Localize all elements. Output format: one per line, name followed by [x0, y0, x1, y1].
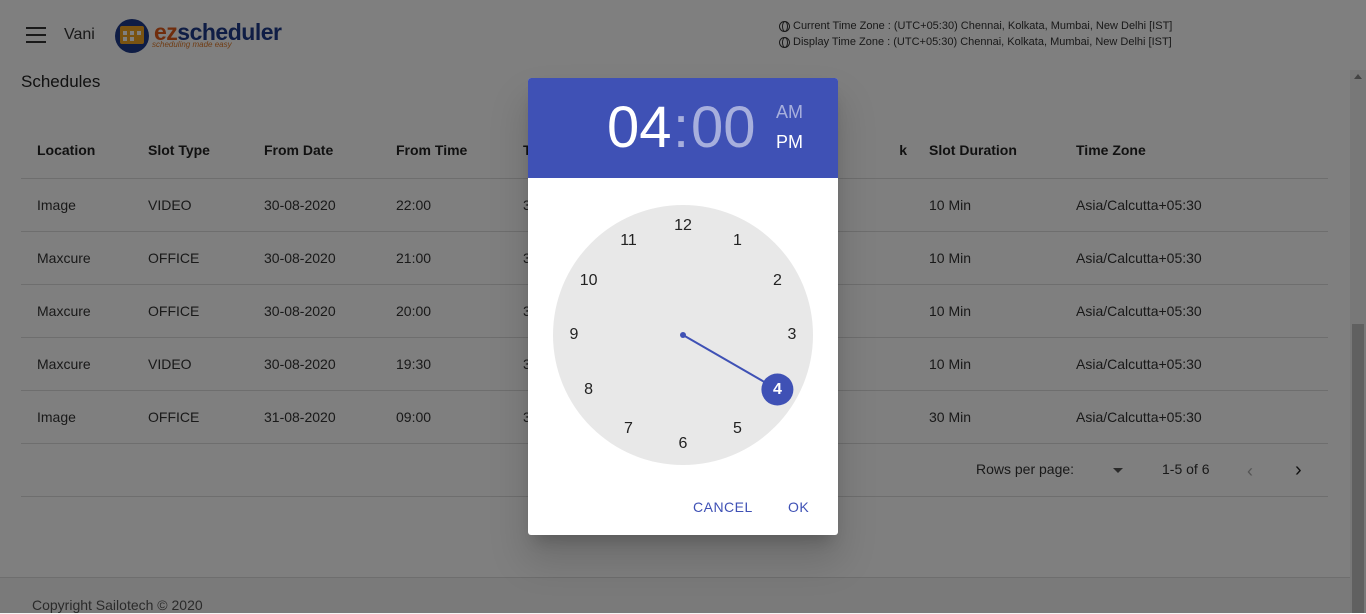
- time-picker-toolbar: 04 : 00 AM PM: [528, 78, 838, 178]
- clock-center-pin: [680, 332, 686, 338]
- clock-number-4[interactable]: 4: [764, 377, 790, 403]
- clock-number-10[interactable]: 10: [576, 268, 602, 294]
- clock-number-7[interactable]: 7: [616, 416, 642, 442]
- clock-number-6[interactable]: 6: [670, 431, 696, 457]
- minute-display[interactable]: 00: [691, 96, 756, 160]
- cancel-button[interactable]: CANCEL: [693, 499, 753, 515]
- ok-button[interactable]: OK: [788, 499, 809, 515]
- clock-number-9[interactable]: 9: [561, 322, 587, 348]
- dialog-actions: CANCEL OK: [528, 493, 838, 523]
- clock-hand: [680, 332, 794, 406]
- clock-number-3[interactable]: 3: [779, 322, 805, 348]
- clock-face[interactable]: 12 1 2 3 4 5 6 7 8 9 10 11: [553, 205, 813, 465]
- clock-number-1[interactable]: 1: [725, 228, 751, 254]
- clock-number-12[interactable]: 12: [670, 213, 696, 239]
- pm-toggle[interactable]: PM: [776, 132, 803, 153]
- time-separator: :: [673, 95, 690, 160]
- hour-display[interactable]: 04: [607, 96, 672, 160]
- clock-number-2[interactable]: 2: [764, 268, 790, 294]
- clock-number-11[interactable]: 11: [616, 228, 642, 254]
- time-picker-dialog: 04 : 00 AM PM 12 1 2 3 4 5 6 7 8 9 10 11 CANCEL OK: [528, 78, 838, 535]
- am-toggle[interactable]: AM: [776, 102, 803, 123]
- clock-number-5[interactable]: 5: [725, 416, 751, 442]
- clock-number-8[interactable]: 8: [576, 377, 602, 403]
